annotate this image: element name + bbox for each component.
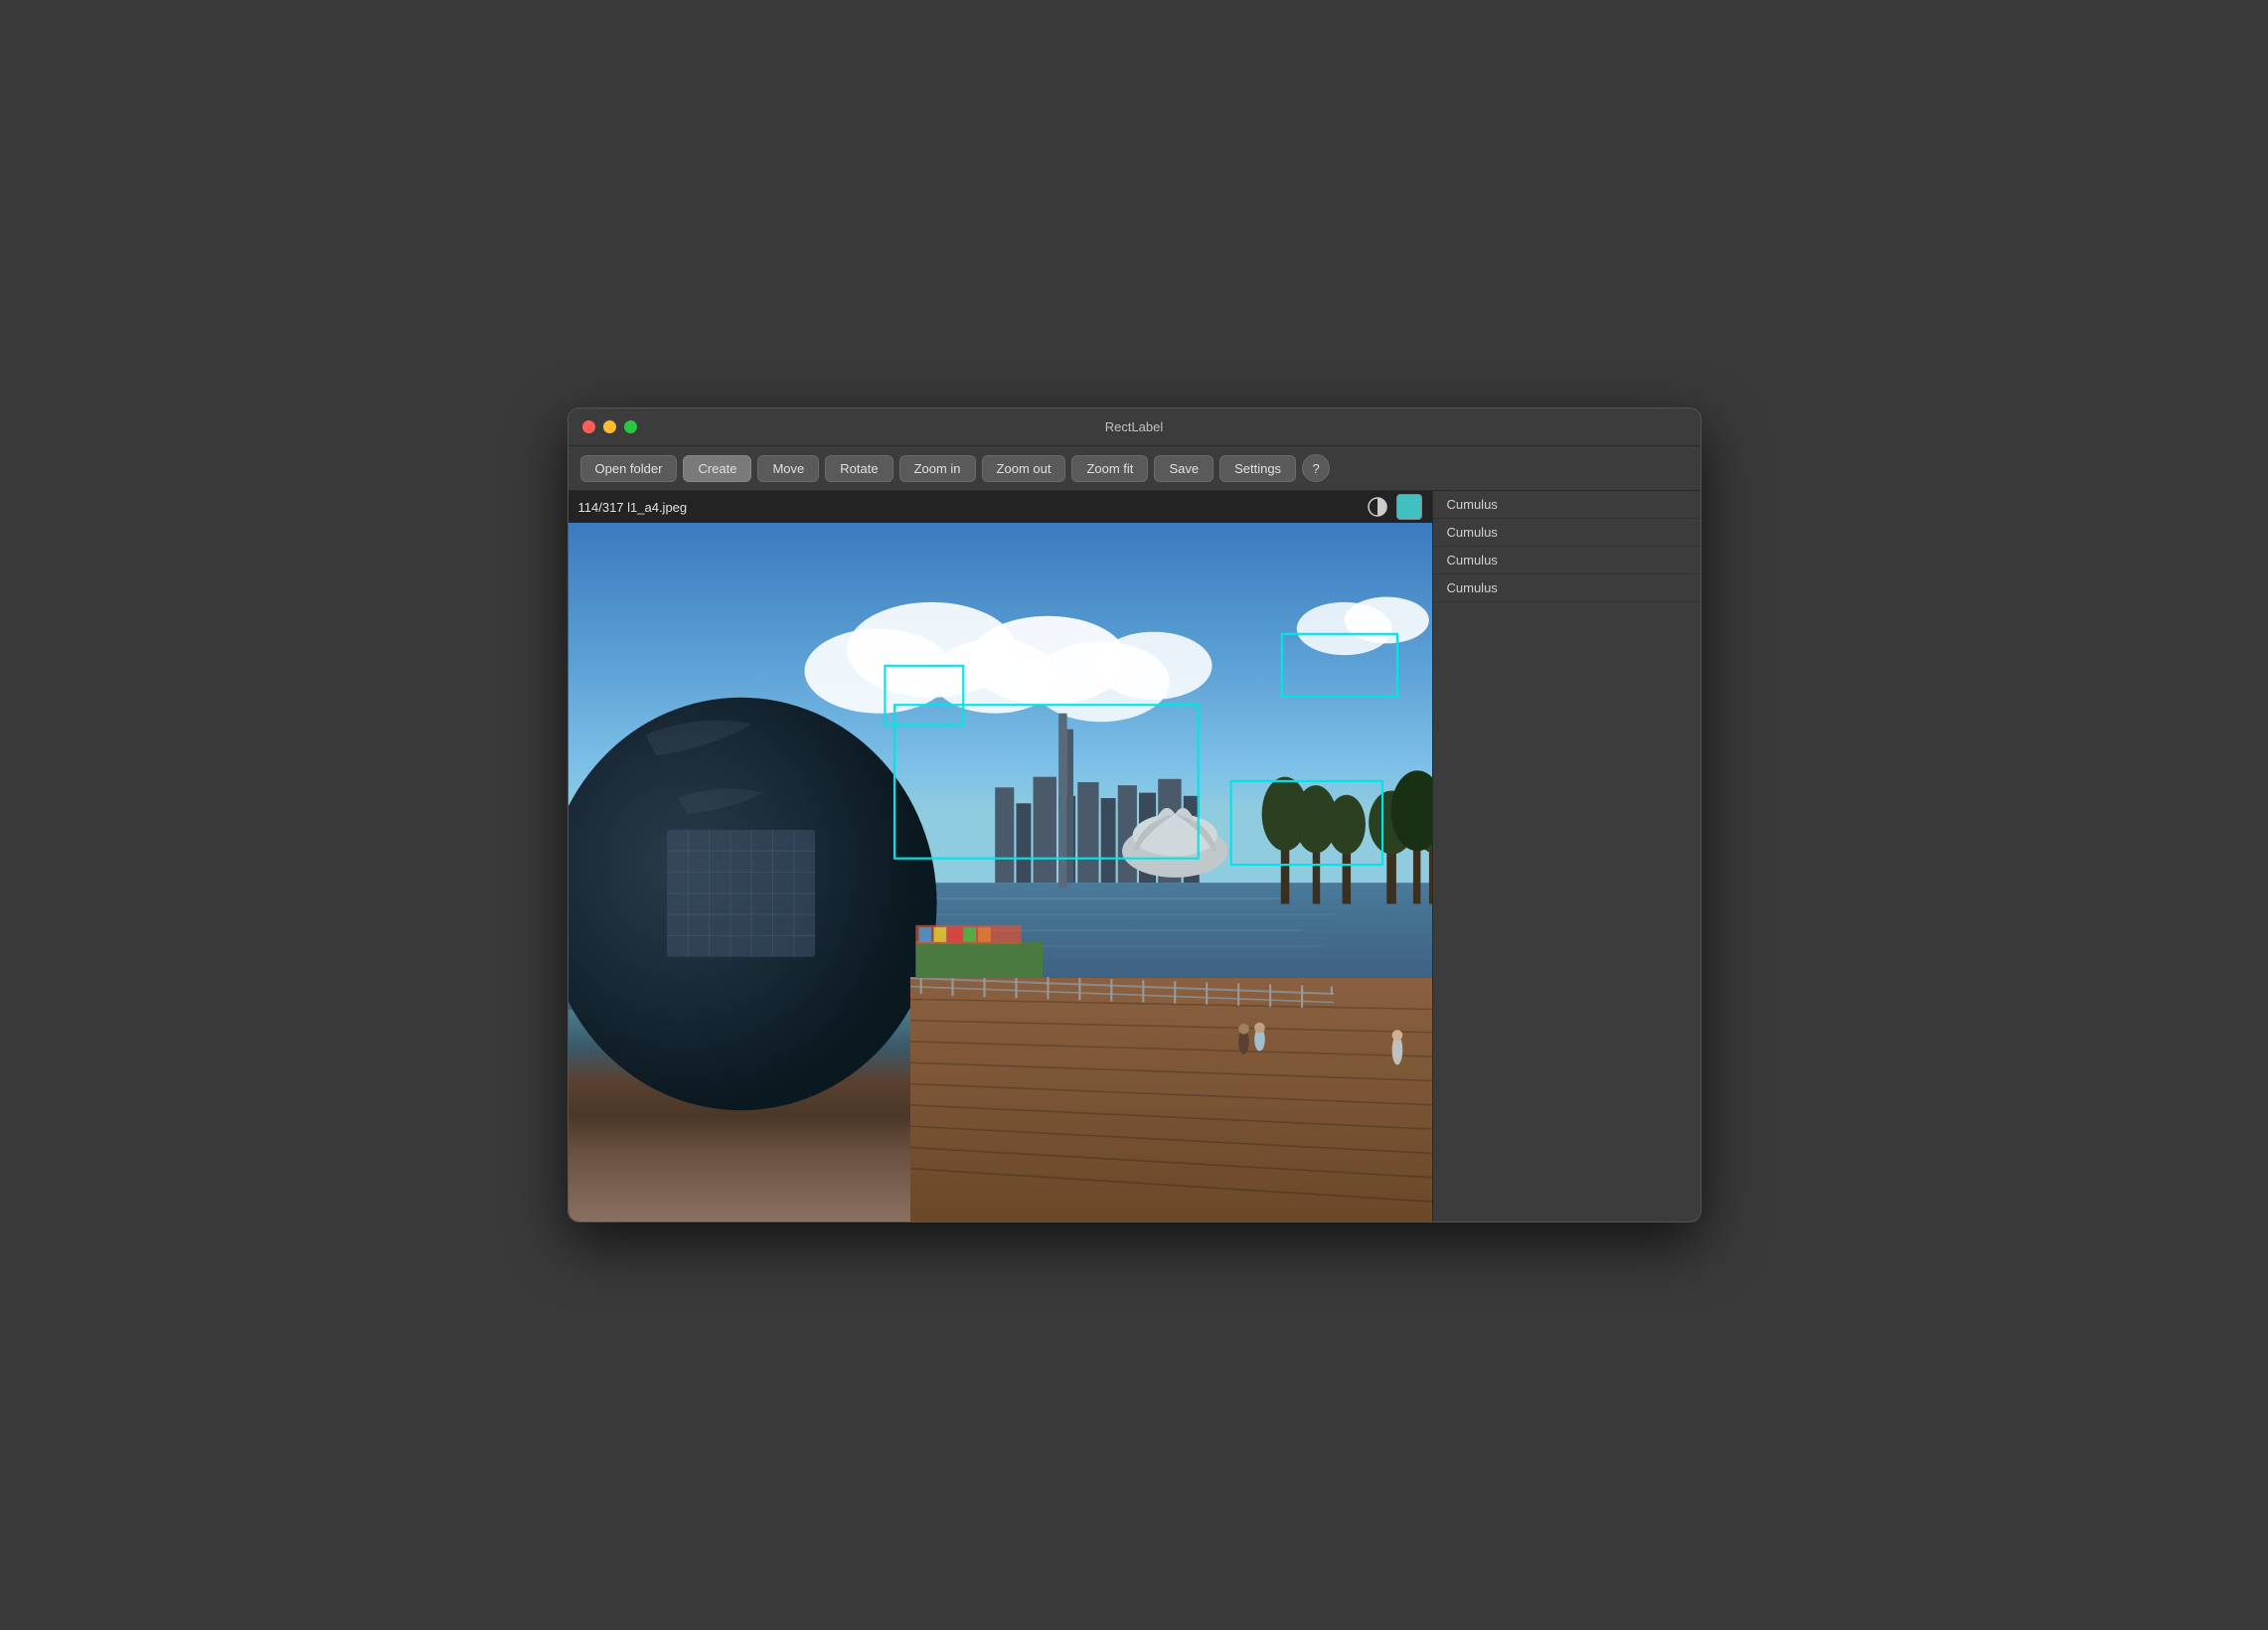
contrast-button[interactable] — [1365, 494, 1390, 520]
sidebar-item-1[interactable]: Cumulus — [1433, 519, 1701, 547]
image-panel: 114/317 l1_a4.jpeg — [568, 491, 1432, 1222]
sidebar-item-0[interactable]: Cumulus — [1433, 491, 1701, 519]
traffic-lights — [582, 420, 637, 433]
sidebar-item-3[interactable]: Cumulus — [1433, 574, 1701, 602]
toolbar: Open folder Create Move Rotate Zoom in Z… — [568, 446, 1701, 491]
create-button[interactable]: Create — [683, 455, 751, 482]
move-button[interactable]: Move — [757, 455, 819, 482]
open-folder-button[interactable]: Open folder — [580, 455, 678, 482]
main-content: 114/317 l1_a4.jpeg — [568, 491, 1701, 1222]
settings-button[interactable]: Settings — [1219, 455, 1296, 482]
close-button[interactable] — [582, 420, 595, 433]
sidebar: Cumulus Cumulus Cumulus Cumulus — [1432, 491, 1701, 1222]
maximize-button[interactable] — [624, 420, 637, 433]
zoom-in-button[interactable]: Zoom in — [899, 455, 976, 482]
scene-svg — [568, 523, 1432, 1222]
sidebar-item-2[interactable]: Cumulus — [1433, 547, 1701, 574]
help-button[interactable]: ? — [1302, 454, 1330, 482]
image-controls — [1365, 494, 1422, 520]
contrast-icon — [1368, 497, 1387, 517]
image-info-label: 114/317 l1_a4.jpeg — [578, 500, 688, 515]
image-info-bar: 114/317 l1_a4.jpeg — [568, 491, 1432, 523]
color-swatch[interactable] — [1396, 494, 1422, 520]
zoom-out-button[interactable]: Zoom out — [982, 455, 1066, 482]
minimize-button[interactable] — [603, 420, 616, 433]
zoom-fit-button[interactable]: Zoom fit — [1071, 455, 1148, 482]
canvas-area[interactable] — [568, 523, 1432, 1222]
rotate-button[interactable]: Rotate — [825, 455, 892, 482]
app-window: RectLabel Open folder Create Move Rotate… — [567, 408, 1701, 1222]
window-title: RectLabel — [1105, 419, 1164, 434]
scene-image — [568, 523, 1432, 1222]
save-button[interactable]: Save — [1154, 455, 1214, 482]
titlebar: RectLabel — [568, 408, 1701, 446]
